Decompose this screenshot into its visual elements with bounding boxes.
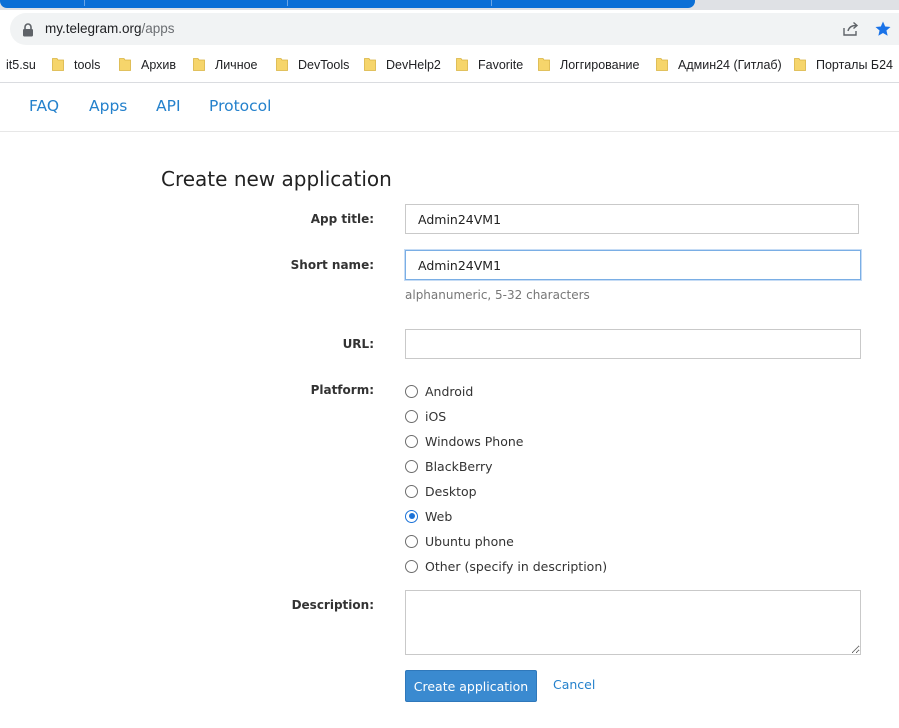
platform-label: Platform: [310,383,374,397]
radio-label: Windows Phone [425,433,524,449]
bookmark-folder[interactable]: Личное [193,57,258,73]
short-name-input[interactable] [405,250,861,280]
radio-label: BlackBerry [425,458,493,474]
url-text[interactable]: my.telegram.org/apps [45,21,175,37]
bookmark-folder[interactable]: Логгирование [538,57,639,73]
bookmark-star-icon[interactable] [874,20,892,38]
nav-faq[interactable]: FAQ [29,97,59,115]
share-icon[interactable] [842,21,860,37]
app-title-input[interactable] [405,204,859,234]
folder-icon [538,57,550,71]
bookmark-label: Личное [215,58,258,72]
platform-option-blackberry[interactable]: BlackBerry [405,457,493,475]
radio-label: iOS [425,408,447,424]
radio-button[interactable] [405,459,418,473]
bookmark-label: tools [74,58,101,72]
nav-protocol[interactable]: Protocol [209,97,271,115]
bookmark-item[interactable]: it5.su [6,57,36,73]
platform-option-desktop[interactable]: Desktop [405,482,477,500]
folder-icon [276,57,288,71]
radio-label: Desktop [425,483,477,499]
radio-button[interactable] [405,484,418,498]
radio-label: Web [425,508,453,524]
active-tab[interactable] [0,0,695,8]
bookmark-folder[interactable]: Админ24 (Гитлаб) [656,57,782,73]
platform-option-ios[interactable]: iOS [405,407,446,425]
bookmark-label: Favorite [478,58,524,72]
bookmark-folder[interactable]: Favorite [456,57,523,73]
bookmark-label: Архив [141,58,177,72]
bookmark-folder[interactable]: Порталы Б24 [794,57,893,73]
short-name-label: Short name: [290,258,374,272]
platform-option-web[interactable]: Web [405,507,452,525]
url-host: my.telegram.org [45,21,142,36]
nav-api[interactable]: API [156,97,181,115]
bookmark-label: Логгирование [560,58,640,72]
platform-option-other[interactable]: Other (specify in description) [405,557,607,575]
bookmark-folder[interactable]: tools [52,57,100,73]
lock-icon[interactable] [22,22,34,37]
tab-separator [84,0,85,6]
bookmark-folder[interactable]: DevTools [276,57,349,73]
url-input[interactable] [405,329,861,359]
radio-button[interactable] [405,409,418,423]
bookmark-label: Админ24 (Гитлаб) [678,58,782,72]
folder-icon [364,57,376,71]
create-application-button[interactable]: Create application [405,670,537,702]
folder-icon [794,57,806,71]
radio-button-selected[interactable] [405,509,418,523]
radio-button[interactable] [405,534,418,548]
platform-option-ubuntu-phone[interactable]: Ubuntu phone [405,532,514,550]
bookmarks-bar: it5.su tools Архив Личное DevTools DevHe… [0,52,899,78]
radio-label: Other (specify in description) [425,558,608,574]
radio-label: Ubuntu phone [425,533,514,549]
description-label: Description: [291,598,374,612]
bookmark-label: Порталы Б24 [816,58,894,72]
radio-button[interactable] [405,559,418,573]
nav-apps[interactable]: Apps [89,97,127,115]
bookmark-folder[interactable]: Архив [119,57,176,73]
short-name-hint: alphanumeric, 5-32 characters [405,288,590,302]
folder-icon [52,57,64,71]
folder-icon [656,57,668,71]
bookmark-label: DevHelp2 [386,58,441,72]
folder-icon [193,57,205,71]
tab-strip [0,0,899,10]
folder-icon [119,57,131,71]
radio-button[interactable] [405,384,418,398]
platform-option-android[interactable]: Android [405,382,473,400]
tab-separator [491,0,492,6]
radio-label: Android [425,383,474,399]
url-label: URL: [342,337,374,351]
description-textarea[interactable] [405,590,861,655]
bookmark-label: it5.su [6,58,36,72]
app-title-label: App title: [310,212,374,226]
cancel-link[interactable]: Cancel [553,677,595,692]
folder-icon [456,57,468,71]
tab-separator [287,0,288,6]
bookmark-folder[interactable]: DevHelp2 [364,57,441,73]
address-bar[interactable]: my.telegram.org/apps [10,13,899,45]
page-title: Create new application [161,167,392,191]
site-nav: FAQ Apps API Protocol [0,83,899,132]
url-path: /apps [141,21,175,36]
bookmark-label: DevTools [298,58,350,72]
platform-option-windows-phone[interactable]: Windows Phone [405,432,524,450]
radio-button[interactable] [405,434,418,448]
